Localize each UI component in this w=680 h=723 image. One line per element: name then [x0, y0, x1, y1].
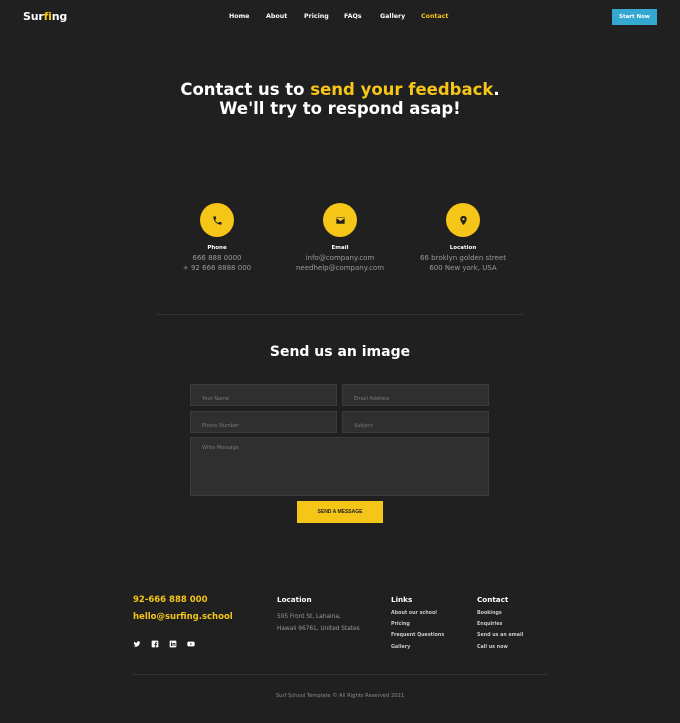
heading-line-1: Contact us to send your feedback. [0, 80, 680, 99]
footer-phone[interactable]: 92-666 888 000 [133, 595, 208, 605]
name-input[interactable] [191, 389, 336, 409]
name-field [190, 384, 337, 409]
footer-link-faq[interactable]: Frequent Questions [391, 633, 444, 638]
contact-location-line: 600 New york, USA [429, 264, 497, 272]
heading-prefix: Contact us to [180, 80, 311, 99]
page-heading: Contact us to send your feedback. We'll … [0, 80, 680, 118]
contact-phone-line: + 92 666 8888 000 [182, 264, 252, 272]
heading-highlight: send your feedback [310, 80, 494, 99]
phone-icon [200, 203, 234, 237]
email-field [342, 384, 489, 409]
footer-location-title: Location [277, 595, 312, 604]
form-title: Send us an image [269, 344, 411, 360]
email-icon [323, 203, 357, 237]
footer-divider [133, 674, 547, 675]
contact-phone-title: Phone [207, 245, 227, 251]
phone-input[interactable] [191, 416, 336, 436]
nav-about[interactable]: About [266, 13, 287, 20]
footer-link-email[interactable]: Send us an email [477, 633, 523, 638]
start-now-button[interactable]: Start Now [612, 9, 657, 25]
footer-link-bookings[interactable]: Bookings [477, 611, 502, 616]
contact-phone-block: Phone 666 888 0000 + 92 666 8888 000 [157, 203, 277, 272]
heading-line-2: We'll try to respond asap! [219, 99, 461, 118]
subject-input[interactable] [343, 416, 488, 436]
copyright-text: Surf School Template © All Rights Reserv… [275, 693, 405, 699]
youtube-icon[interactable] [187, 639, 205, 649]
top-navbar: Surfing Home About Pricing FAQs Gallery … [0, 0, 680, 36]
subject-field [342, 411, 489, 436]
phone-field [190, 411, 337, 436]
contact-email-line[interactable]: needhelp@company.com [280, 265, 400, 272]
email-input[interactable] [343, 389, 488, 409]
contact-email-title: Email [331, 245, 349, 251]
send-message-button[interactable]: SEND A MESSAGE [297, 501, 383, 523]
message-textarea[interactable] [191, 438, 488, 495]
footer-link-enquiries[interactable]: Enquiries [477, 622, 502, 627]
linkedin-icon[interactable] [169, 639, 187, 649]
footer-contact-title: Contact [477, 595, 509, 604]
footer-link-gallery[interactable]: Gallery [391, 645, 410, 650]
nav-gallery[interactable]: Gallery [380, 13, 405, 20]
twitter-icon[interactable] [133, 639, 151, 649]
footer-links-title: Links [391, 595, 413, 604]
footer-address-line: Hawaii 96761, United States [277, 626, 360, 632]
contact-email-line[interactable]: info@company.com [280, 255, 400, 262]
contact-phone-line: 666 888 0000 [192, 254, 242, 262]
footer-link-about[interactable]: About our school [391, 611, 437, 616]
nav-home[interactable]: Home [229, 13, 249, 20]
section-divider [157, 314, 523, 315]
nav-pricing[interactable]: Pricing [304, 13, 329, 20]
footer-link-call[interactable]: Call us now [477, 645, 508, 650]
contact-location-line: 66 broklyn golden street [420, 254, 506, 262]
facebook-icon[interactable] [151, 639, 169, 649]
heading-suffix: . [493, 80, 500, 99]
message-field [190, 437, 489, 496]
footer-address-line: 505 Front St, Lahaina, [277, 614, 341, 620]
contact-email-block: Email info@company.com needhelp@company.… [280, 203, 400, 272]
location-pin-icon [446, 203, 480, 237]
nav-faqs[interactable]: FAQs [344, 13, 362, 20]
contact-location-title: Location [449, 245, 477, 251]
footer-email[interactable]: hello@surfing.school [133, 612, 233, 622]
footer-link-pricing[interactable]: Pricing [391, 622, 410, 627]
social-links [133, 639, 205, 649]
contact-location-block: Location 66 broklyn golden street 600 Ne… [403, 203, 523, 272]
nav-contact[interactable]: Contact [421, 13, 448, 20]
nav-menu: Home About Pricing FAQs Gallery Contact [0, 13, 680, 25]
